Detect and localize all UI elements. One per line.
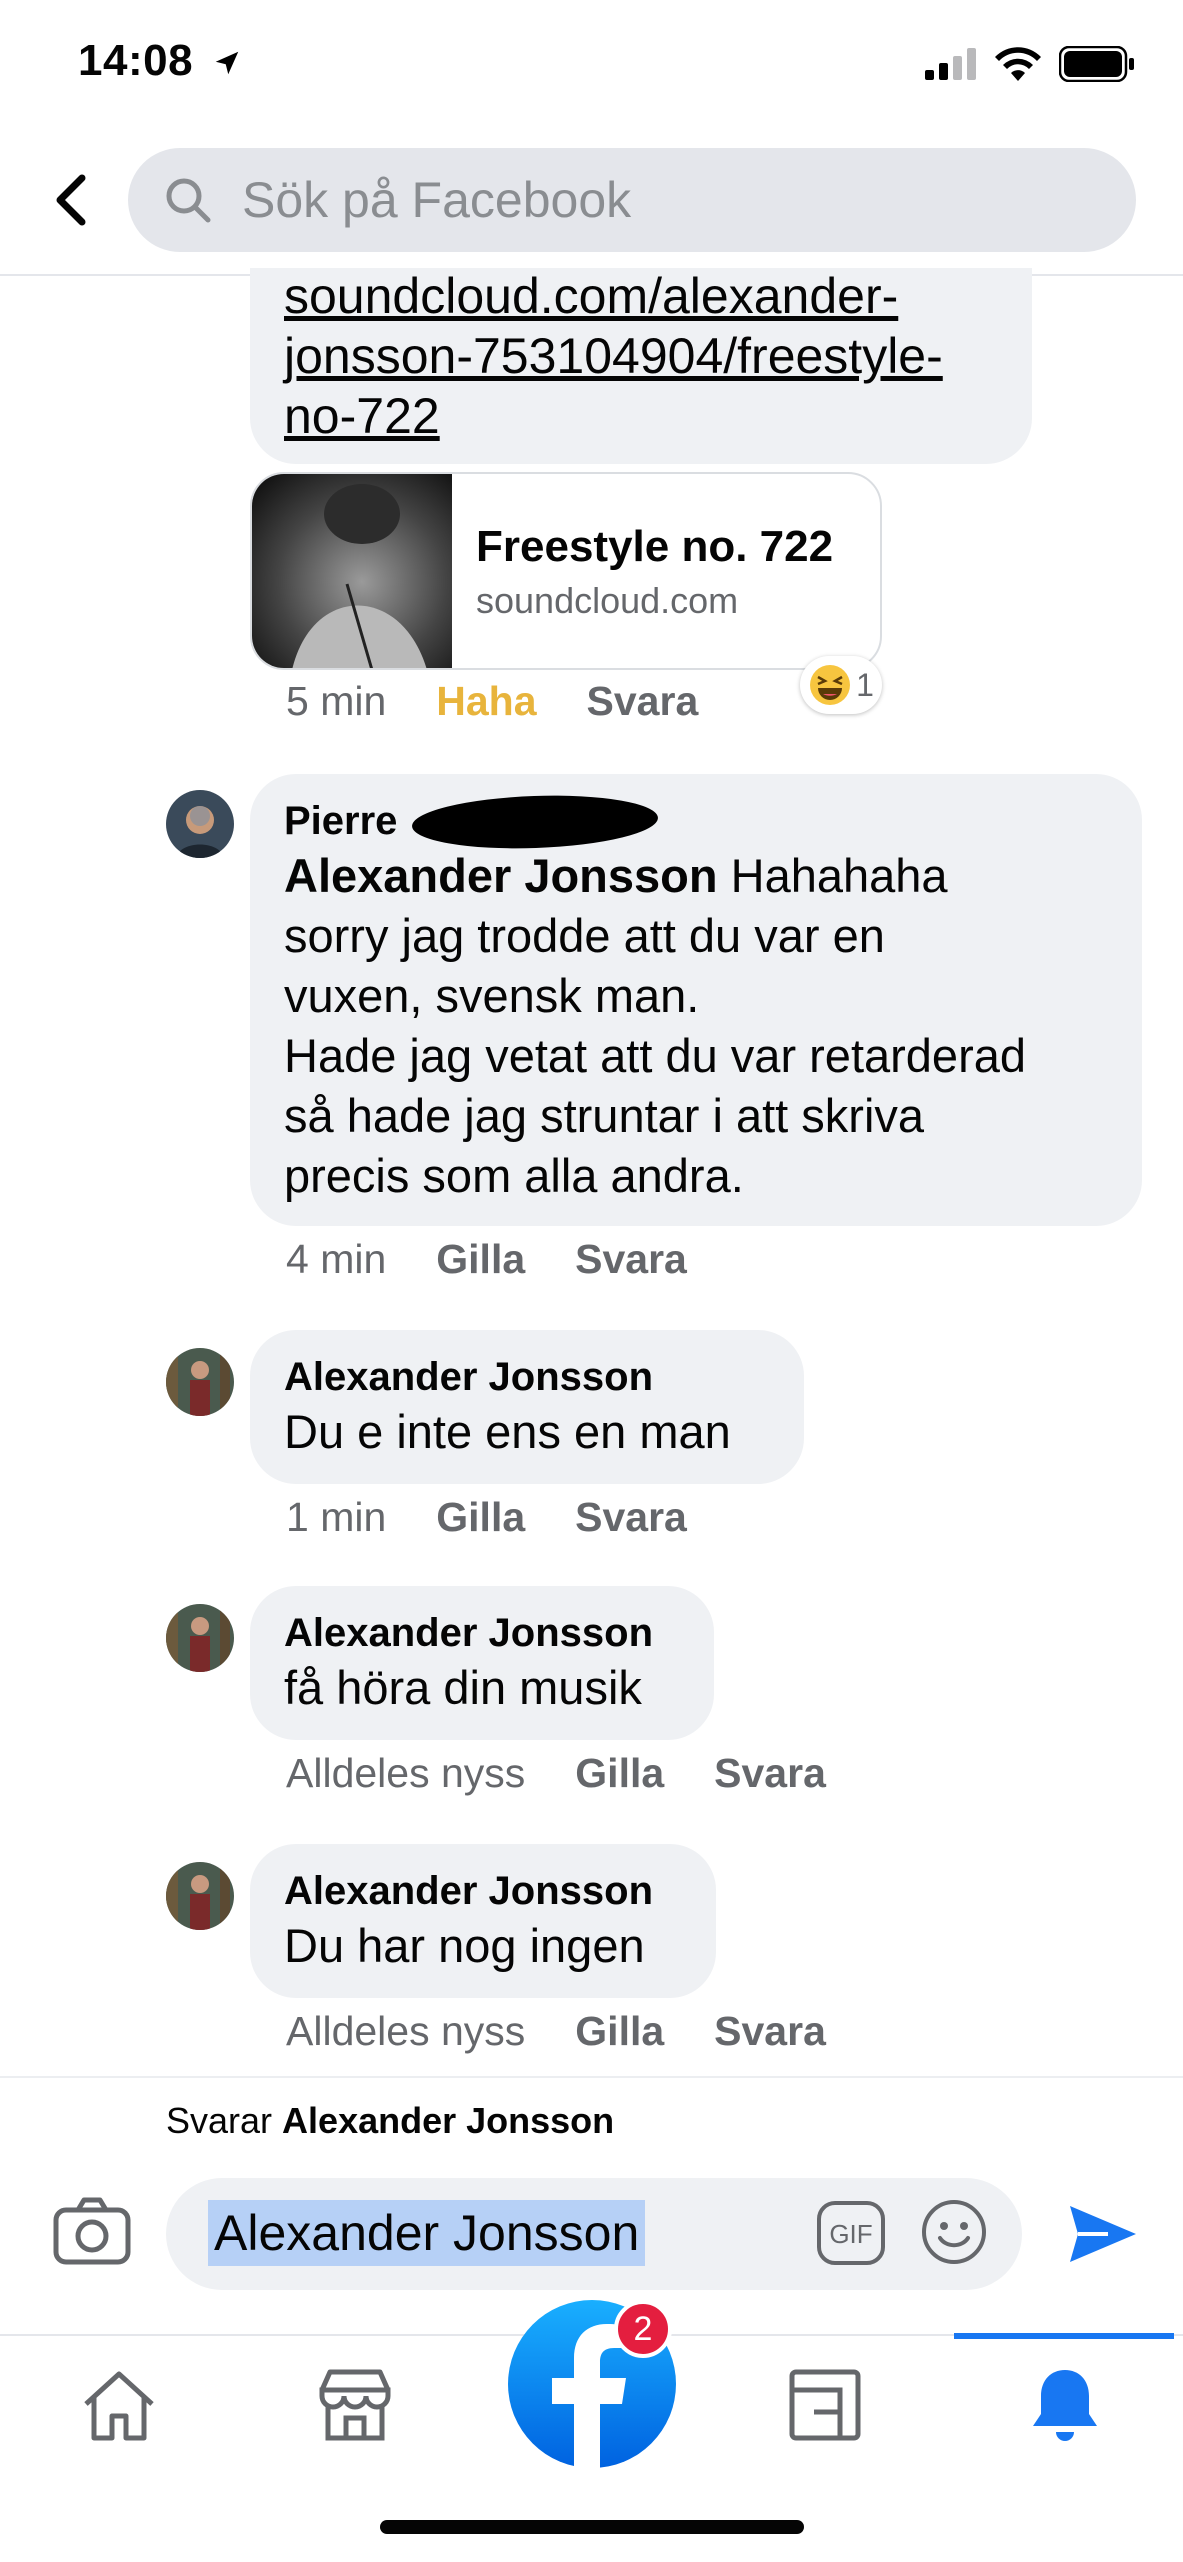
- avatar[interactable]: [166, 1862, 234, 1930]
- comment-actions: 5 min Haha Svara: [286, 678, 698, 725]
- like-button[interactable]: Gilla: [436, 1494, 525, 1541]
- tab-notifications[interactable]: [1020, 2360, 1110, 2450]
- haha-reaction-button[interactable]: Haha: [436, 678, 536, 725]
- comment-author[interactable]: Alexander Jonsson: [284, 1352, 770, 1402]
- like-button[interactable]: Gilla: [436, 1236, 525, 1283]
- comment-time: 5 min: [286, 678, 387, 724]
- reply-button[interactable]: Svara: [714, 1750, 826, 1797]
- gif-icon: GIF: [817, 2201, 885, 2265]
- comment-bubble: Pierre Alexander Jonsson Hahahaha sorry …: [250, 774, 1142, 1226]
- comment-text: Alexander Jonsson Hahahaha sorry jag tro…: [284, 849, 1026, 1202]
- avatar[interactable]: [166, 1348, 234, 1416]
- active-tab-indicator: [954, 2333, 1174, 2339]
- wifi-icon: [995, 47, 1041, 81]
- notification-badge: 2: [614, 2300, 672, 2358]
- replying-to-label: Svarar Alexander Jonsson: [166, 2100, 615, 2141]
- comment-input[interactable]: Alexander Jonsson: [208, 2200, 646, 2266]
- reply-button[interactable]: Svara: [575, 1494, 687, 1541]
- link-preview-title: Freestyle no. 722: [476, 522, 834, 571]
- marketplace-icon: [319, 2369, 391, 2441]
- link-preview-card[interactable]: Freestyle no. 722 soundcloud.com: [250, 472, 882, 670]
- haha-emoji-icon: [810, 665, 851, 705]
- location-arrow-icon: [215, 52, 239, 75]
- gif-button[interactable]: GIF: [816, 2200, 886, 2266]
- comment-text: Du har nog ingen: [284, 1919, 645, 1972]
- bell-icon: [1033, 2370, 1097, 2441]
- comment-time: Alldeles nyss: [286, 1750, 526, 1796]
- comment-time: 1 min: [286, 1494, 387, 1540]
- comment-actions: Alldeles nyss Gilla Svara: [286, 2008, 826, 2055]
- smiley-icon: [922, 2200, 986, 2264]
- reply-button[interactable]: Svara: [714, 2008, 826, 2055]
- status-icons: [925, 44, 1135, 84]
- tab-pages[interactable]: [780, 2360, 870, 2450]
- comment-bubble: Alexander Jonsson få höra din musik: [250, 1586, 714, 1740]
- avatar[interactable]: [166, 790, 234, 858]
- send-icon: [1070, 2206, 1136, 2262]
- soundcloud-link[interactable]: soundcloud.com/alexander- jonsson-753104…: [284, 266, 998, 446]
- status-time: 14:08: [78, 36, 242, 86]
- comment-actions: 1 min Gilla Svara: [286, 1494, 687, 1541]
- reply-button[interactable]: Svara: [587, 678, 699, 725]
- emoji-button[interactable]: [920, 2198, 988, 2266]
- search-icon: [166, 178, 211, 223]
- tab-home[interactable]: [74, 2360, 164, 2450]
- home-indicator: [380, 2520, 804, 2534]
- divider: [0, 2076, 1183, 2078]
- comment-bubble: Alexander Jonsson Du har nog ingen: [250, 1844, 716, 1998]
- tab-marketplace[interactable]: [310, 2360, 400, 2450]
- comment-author[interactable]: Alexander Jonsson: [284, 1866, 682, 1916]
- search-placeholder: Sök på Facebook: [242, 172, 632, 228]
- svg-text:GIF: GIF: [829, 2219, 872, 2249]
- link-preview-domain: soundcloud.com: [476, 580, 739, 621]
- camera-icon: [53, 2197, 131, 2265]
- cellular-signal-icon: [925, 48, 976, 80]
- comment-time: Alldeles nyss: [286, 2008, 526, 2054]
- comment-author[interactable]: Alexander Jonsson: [284, 1608, 680, 1658]
- comment-composer[interactable]: Alexander Jonsson: [166, 2178, 1022, 2290]
- mention-tag[interactable]: Alexander Jonsson: [284, 849, 718, 902]
- send-button[interactable]: [1066, 2198, 1138, 2270]
- comment-bubble-link: soundcloud.com/alexander- jonsson-753104…: [250, 268, 1032, 464]
- back-button[interactable]: [40, 160, 100, 240]
- pages-icon: [789, 2369, 861, 2441]
- comment-actions: Alldeles nyss Gilla Svara: [286, 1750, 826, 1797]
- battery-icon: [1059, 46, 1134, 82]
- comment-text: Du e inte ens en man: [284, 1405, 731, 1458]
- like-button[interactable]: Gilla: [575, 2008, 664, 2055]
- comment-time: 4 min: [286, 1236, 387, 1282]
- home-icon: [84, 2371, 154, 2441]
- like-button[interactable]: Gilla: [575, 1750, 664, 1797]
- comment-bubble: Alexander Jonsson Du e inte ens en man: [250, 1330, 804, 1484]
- comment-actions: 4 min Gilla Svara: [286, 1236, 687, 1283]
- comment-text: få höra din musik: [284, 1661, 642, 1714]
- search-input[interactable]: Sök på Facebook: [128, 148, 1136, 252]
- comment-author[interactable]: Pierre: [284, 796, 1108, 846]
- link-preview-thumbnail: [252, 474, 452, 668]
- reply-button[interactable]: Svara: [575, 1236, 687, 1283]
- reaction-count-pill[interactable]: 1: [800, 656, 882, 714]
- avatar[interactable]: [166, 1604, 234, 1672]
- camera-button[interactable]: [52, 2196, 132, 2266]
- chevron-left-icon: [56, 174, 86, 226]
